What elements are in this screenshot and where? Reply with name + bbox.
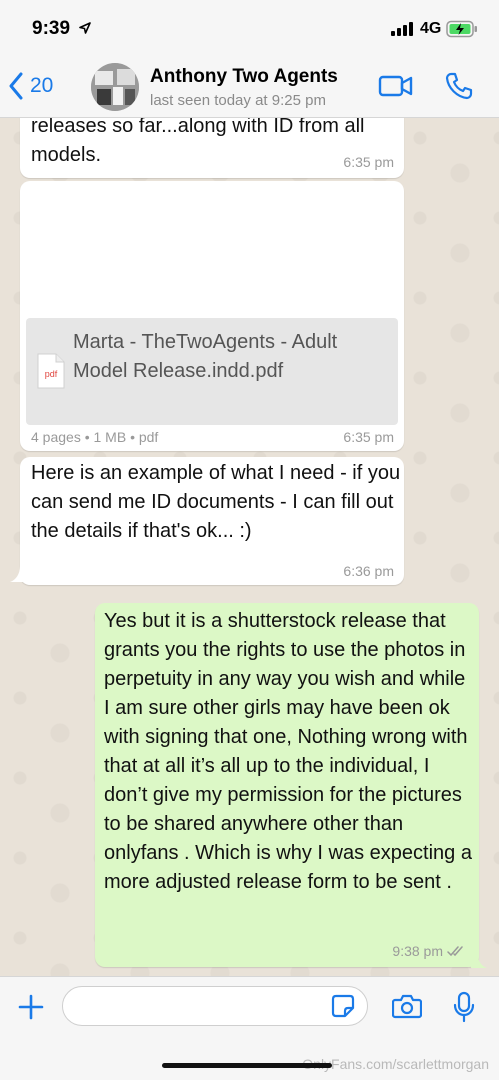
video-call-button[interactable] [378, 74, 414, 103]
status-time: 9:39 [32, 18, 71, 39]
document-meta: 4 pages • 1 MB • pdf [31, 429, 159, 445]
microphone-icon [453, 991, 475, 1023]
incoming-message[interactable]: releases so far...along with ID from all… [20, 118, 404, 178]
network-label: 4G [420, 20, 442, 37]
message-time: 6:35 pm [343, 429, 394, 445]
sticker-button[interactable] [331, 994, 355, 1023]
message-time: 6:35 pm [343, 154, 394, 170]
document-name: Marta - TheTwoAgents - Adult Model Relea… [73, 331, 338, 382]
plus-icon [18, 994, 44, 1020]
chat-header: 20 Anthony Two Agents last seen today at… [0, 56, 499, 118]
message-text: Here is an example of what I need - if y… [31, 462, 401, 542]
pdf-icon-label: pdf [45, 369, 58, 379]
document-card[interactable]: pdf Marta - TheTwoAgents - Adult Model R… [26, 318, 398, 425]
message-time: 6:36 pm [343, 563, 394, 579]
camera-icon [391, 994, 423, 1019]
video-camera-icon [378, 75, 413, 97]
avatar[interactable] [91, 63, 139, 111]
read-receipt-icon [447, 946, 463, 957]
status-bar: 9:39 4G [0, 0, 499, 56]
outgoing-message[interactable]: Yes but it is a shutterstock release tha… [95, 603, 479, 967]
incoming-document-message[interactable]: pdf Marta - TheTwoAgents - Adult Model R… [20, 181, 404, 451]
incoming-message[interactable]: Here is an example of what I need - if y… [20, 457, 404, 585]
message-time: 9:38 pm [392, 943, 443, 959]
home-indicator[interactable] [162, 1063, 332, 1068]
contact-name[interactable]: Anthony Two Agents [150, 66, 338, 88]
chevron-left-icon [9, 72, 23, 100]
chat-area[interactable]: releases so far...along with ID from all… [0, 118, 499, 976]
back-button[interactable]: 20 [8, 70, 53, 102]
document-preview[interactable] [26, 187, 398, 319]
avatar-image [91, 63, 139, 111]
battery-charging-icon [446, 20, 477, 38]
voice-call-button[interactable] [444, 71, 474, 106]
phone-icon [445, 72, 473, 100]
message-input[interactable] [62, 986, 368, 1026]
microphone-button[interactable] [453, 991, 475, 1028]
signal-bars-icon [391, 22, 413, 36]
message-text: Yes but it is a shutterstock release tha… [104, 610, 472, 893]
sticker-icon [331, 994, 355, 1018]
bubble-tail [10, 566, 26, 582]
location-arrow-icon [79, 22, 91, 34]
unread-count: 20 [30, 74, 54, 97]
last-seen-status: last seen today at 9:25 pm [150, 92, 326, 109]
bubble-tail [471, 950, 487, 968]
pdf-file-icon: pdf [37, 353, 65, 389]
attach-button[interactable] [18, 994, 44, 1025]
camera-button[interactable] [391, 993, 423, 1024]
